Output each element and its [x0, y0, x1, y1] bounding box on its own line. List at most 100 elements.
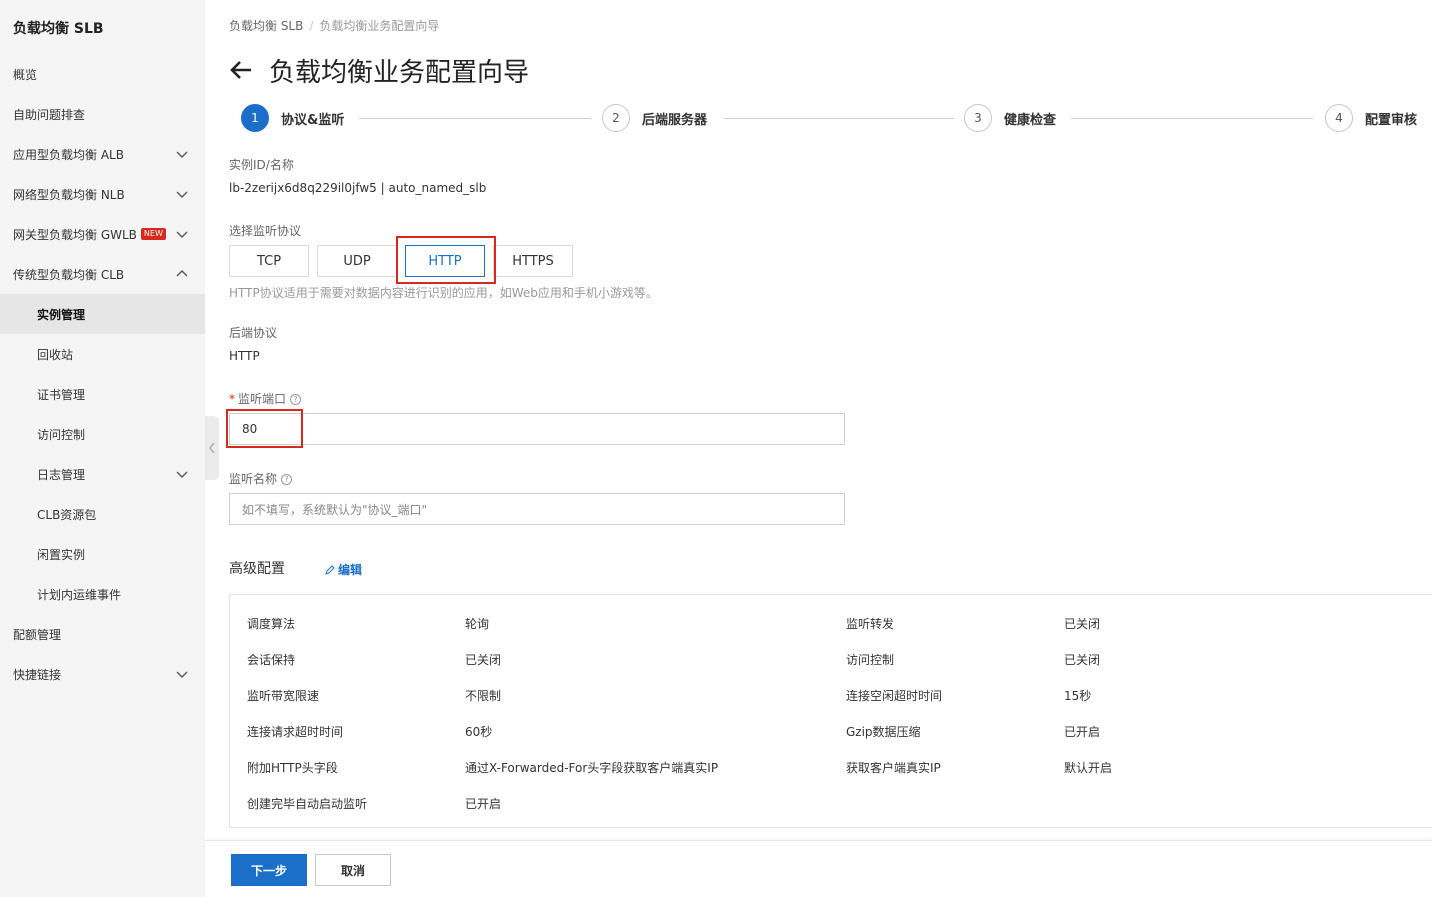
config-key: 附加HTTP头字段 [247, 761, 338, 775]
config-value: 默认开启 [1064, 761, 1113, 775]
step-label: 后端服务器 [642, 112, 708, 128]
sidebar-item-label: 传统型负载均衡 CLB [13, 267, 125, 282]
config-key: 调度算法 [247, 617, 296, 631]
sidebar-item-nlb[interactable]: 网络型负载均衡 NLB [0, 174, 205, 214]
config-value: 通过X-Forwarded-For头字段获取客户端真实IP [465, 761, 719, 775]
step-number: 2 [602, 104, 630, 132]
step-connector [724, 118, 954, 119]
sidebar-item-label: 闲置实例 [37, 547, 86, 562]
protocol-option-tcp[interactable]: TCP [229, 245, 309, 277]
backend-protocol-label: 后端协议 [229, 326, 278, 340]
config-key: 会话保持 [247, 653, 296, 667]
instance-value: lb-2zerijx6d8q229il0jfw5 | auto_named_sl… [229, 181, 487, 195]
config-key: Gzip数据压缩 [846, 725, 921, 739]
sidebar-item-label: 日志管理 [37, 467, 86, 482]
sidebar-item-access-control[interactable]: 访问控制 [0, 414, 205, 454]
sidebar-title: 负载均衡 SLB [13, 21, 104, 37]
config-key: 获取客户端真实IP [846, 761, 941, 775]
sidebar-item-log-management[interactable]: 日志管理 [0, 454, 205, 494]
step-connector [359, 118, 591, 119]
sidebar-item-label: 网络型负载均衡 NLB [13, 187, 125, 202]
sidebar-item-label: 自助问题排查 [13, 107, 86, 122]
sidebar-item-overview[interactable]: 概览 [0, 54, 205, 94]
config-key: 连接请求超时时间 [247, 725, 344, 739]
sidebar-item-label: CLB资源包 [37, 507, 97, 522]
sidebar-item-label: 实例管理 [37, 307, 86, 322]
config-value: 已关闭 [1064, 653, 1101, 667]
cancel-button[interactable]: 取消 [315, 854, 391, 886]
footer-bar: 下一步 取消 [205, 840, 1432, 897]
chevron-up-icon [176, 270, 188, 277]
step-number: 3 [964, 104, 992, 132]
port-label: * 监听端口? [229, 390, 302, 407]
step-number: 1 [241, 104, 269, 132]
config-value: 15秒 [1064, 689, 1092, 703]
protocol-hint: HTTP协议适用于需要对数据内容进行识别的应用，如Web应用和手机小游戏等。 [229, 286, 658, 300]
sidebar-item-self-diagnosis[interactable]: 自助问题排查 [0, 94, 205, 134]
edit-link[interactable]: 编辑 [325, 561, 362, 578]
instance-label: 实例ID/名称 [229, 158, 294, 172]
sidebar-item-clb-packages[interactable]: CLB资源包 [0, 494, 205, 534]
advanced-config-title: 高级配置 [229, 561, 285, 577]
chevron-down-icon [176, 671, 188, 678]
listener-name-input[interactable]: 如不填写，系统默认为"协议_端口" [229, 493, 845, 525]
sidebar-item-alb[interactable]: 应用型负载均衡 ALB [0, 134, 205, 174]
chevron-down-icon [176, 151, 188, 158]
step-label: 健康检查 [1004, 112, 1057, 128]
protocol-label: 选择监听协议 [229, 224, 302, 238]
step-protocol-listener: 1 协议&监听 [241, 104, 344, 132]
protocol-option-http[interactable]: HTTP [405, 245, 485, 277]
breadcrumb-separator: / [309, 19, 314, 33]
sidebar-item-clb[interactable]: 传统型负载均衡 CLB [0, 254, 205, 294]
config-key: 创建完毕自动启动监听 [247, 797, 368, 811]
breadcrumb: 负载均衡 SLB / 负载均衡业务配置向导 [229, 17, 439, 34]
next-button[interactable]: 下一步 [231, 854, 307, 886]
step-review: 4 配置审核 [1325, 104, 1417, 132]
help-icon[interactable]: ? [281, 474, 293, 485]
sidebar-item-label: 概览 [13, 67, 38, 82]
breadcrumb-current: 负载均衡业务配置向导 [319, 19, 440, 33]
breadcrumb-link[interactable]: 负载均衡 SLB [229, 19, 303, 33]
step-number: 4 [1325, 104, 1353, 132]
chevron-down-icon [176, 231, 188, 238]
config-key: 访问控制 [846, 653, 895, 667]
required-mark: * [229, 392, 235, 406]
sidebar-item-gwlb[interactable]: 网关型负载均衡 GWLB NEW [0, 214, 205, 254]
sidebar-item-label: 证书管理 [37, 387, 86, 402]
listener-name-label-text: 监听名称 [229, 472, 278, 486]
sidebar-item-instance-management[interactable]: 实例管理 [0, 294, 205, 334]
config-value: 已关闭 [465, 653, 502, 667]
protocol-option-https[interactable]: HTTPS [493, 245, 573, 277]
sidebar-item-quota[interactable]: 配额管理 [0, 614, 205, 654]
backend-protocol-value: HTTP [229, 349, 260, 363]
page-title: 负载均衡业务配置向导 [269, 58, 530, 88]
back-arrow-icon[interactable] [227, 56, 255, 84]
edit-icon [325, 565, 335, 575]
sidebar-item-recycle-bin[interactable]: 回收站 [0, 334, 205, 374]
listener-name-label: 监听名称? [229, 470, 293, 487]
config-value: 60秒 [465, 725, 493, 739]
port-label-text: 监听端口 [238, 392, 287, 406]
step-label: 配置审核 [1365, 112, 1418, 128]
sidebar-item-label: 应用型负载均衡 ALB [13, 147, 124, 162]
new-badge: NEW [140, 228, 166, 240]
sidebar-item-quick-links[interactable]: 快捷链接 [0, 654, 205, 694]
config-key: 监听转发 [846, 617, 895, 631]
sidebar-item-certificates[interactable]: 证书管理 [0, 374, 205, 414]
sidebar-item-label: 回收站 [37, 347, 74, 362]
help-icon[interactable]: ? [290, 394, 302, 405]
protocol-option-udp[interactable]: UDP [317, 245, 397, 277]
config-key: 监听带宽限速 [247, 689, 320, 703]
sidebar-item-idle-instances[interactable]: 闲置实例 [0, 534, 205, 574]
main-content: 负载均衡 SLB / 负载均衡业务配置向导 负载均衡业务配置向导 1 协议&监听 2… [205, 0, 1432, 897]
config-value: 已关闭 [1064, 617, 1101, 631]
chevron-down-icon [176, 471, 188, 478]
config-value: 轮询 [465, 617, 490, 631]
sidebar-item-label: 计划内运维事件 [37, 587, 122, 602]
sidebar: 负载均衡 SLB 概览 自助问题排查 应用型负载均衡 ALB 网络型负载均衡 N… [0, 0, 205, 897]
port-input[interactable]: 80 [229, 413, 845, 445]
sidebar-item-label: 快捷链接 [13, 667, 62, 682]
sidebar-item-maintenance-events[interactable]: 计划内运维事件 [0, 574, 205, 614]
step-label: 协议&监听 [281, 112, 345, 128]
chevron-down-icon [176, 191, 188, 198]
